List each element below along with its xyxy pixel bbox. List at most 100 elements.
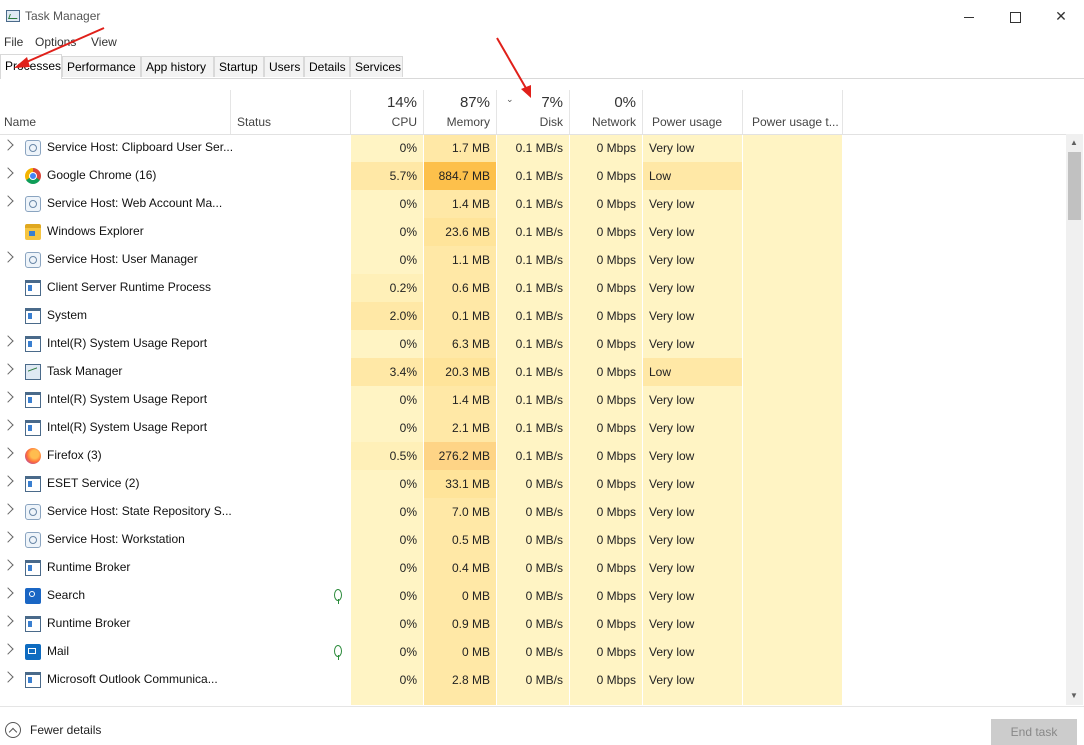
disk-value: 0 MB/s bbox=[525, 505, 563, 519]
expand-chevron-icon[interactable] bbox=[2, 167, 14, 179]
process-row[interactable]: Firefox (3) 0.5% 276.2 MB 0.1 MB/s 0 Mbps Ver… bbox=[0, 442, 1066, 470]
power-usage-value: Very low bbox=[649, 309, 695, 323]
power-usage-value: Low bbox=[649, 365, 672, 379]
process-row[interactable]: Service Host: Clipboard User Ser... 0% 1.7… bbox=[0, 134, 1066, 162]
maximize-button[interactable] bbox=[992, 0, 1038, 32]
expand-chevron-icon[interactable] bbox=[2, 503, 14, 515]
suspended-leaf-icon bbox=[334, 645, 342, 660]
process-row[interactable]: Client Server Runtime Process 0.2% 0.6 MB 0… bbox=[0, 274, 1066, 302]
window-icon bbox=[25, 616, 41, 632]
close-button[interactable]: ✕ bbox=[1038, 0, 1084, 32]
tab-app-history[interactable]: App history bbox=[141, 56, 214, 77]
network-value: 0 Mbps bbox=[596, 253, 636, 267]
scroll-down-icon[interactable]: ▼ bbox=[1070, 691, 1078, 700]
process-row[interactable]: Service Host: User Manager 0% 1.1 MB 0.1 MB… bbox=[0, 246, 1066, 274]
header-name[interactable]: Name bbox=[4, 115, 36, 129]
tab-users[interactable]: Users bbox=[264, 56, 304, 77]
memory-value: 1.1 MB bbox=[451, 253, 490, 267]
cpu-value: 0.5% bbox=[389, 449, 417, 463]
header-power-usage-trend[interactable]: Power usage t... bbox=[752, 115, 839, 129]
network-value: 0 Mbps bbox=[596, 477, 636, 491]
column-separator[interactable] bbox=[642, 90, 643, 134]
process-name: Firefox (3) bbox=[47, 448, 102, 462]
process-row[interactable]: Task Manager 3.4% 20.3 MB 0.1 MB/s 0 Mbps Low bbox=[0, 358, 1066, 386]
expand-chevron-icon[interactable] bbox=[2, 531, 14, 543]
column-separator[interactable] bbox=[842, 90, 843, 134]
expand-chevron-icon[interactable] bbox=[2, 391, 14, 403]
disk-value: 0.1 MB/s bbox=[515, 253, 563, 267]
tab-services[interactable]: Services bbox=[350, 56, 403, 77]
header-disk[interactable]: Disk bbox=[497, 115, 563, 129]
process-row[interactable]: ESET Service (2) 0% 33.1 MB 0 MB/s 0 Mbps Ver… bbox=[0, 470, 1066, 498]
menu-file[interactable]: File bbox=[4, 35, 23, 49]
header-network-percent[interactable]: 0% bbox=[570, 94, 636, 111]
expand-chevron-icon[interactable] bbox=[2, 615, 14, 627]
process-row[interactable]: Windows Explorer 0% 23.6 MB 0.1 MB/s 0 Mbps V… bbox=[0, 218, 1066, 246]
process-row[interactable]: Service Host: Workstation 0% 0.5 MB 0 MB/s 0… bbox=[0, 526, 1066, 554]
tab-processes[interactable]: Processes bbox=[0, 54, 62, 79]
scroll-up-icon[interactable]: ▲ bbox=[1070, 138, 1078, 147]
expand-chevron-icon[interactable] bbox=[2, 139, 14, 151]
column-separator[interactable] bbox=[742, 90, 743, 134]
process-row[interactable]: Mail 0% 0 MB 0 MB/s 0 Mbps Very low bbox=[0, 638, 1066, 666]
expand-chevron-icon[interactable] bbox=[2, 195, 14, 207]
process-row[interactable]: Intel(R) System Usage Report 0% 6.3 MB 0.1 … bbox=[0, 330, 1066, 358]
window-icon bbox=[25, 308, 41, 324]
scrollbar-thumb[interactable] bbox=[1068, 152, 1081, 220]
disk-value: 0.1 MB/s bbox=[515, 449, 563, 463]
tab-performance[interactable]: Performance bbox=[62, 56, 141, 77]
column-separator[interactable] bbox=[230, 90, 231, 134]
header-power-usage[interactable]: Power usage bbox=[652, 115, 722, 129]
process-row[interactable]: Search 0% 0 MB 0 MB/s 0 Mbps Very low bbox=[0, 582, 1066, 610]
expand-chevron-icon[interactable] bbox=[2, 419, 14, 431]
process-name: Service Host: Clipboard User Ser... bbox=[47, 140, 234, 154]
expand-chevron-icon[interactable] bbox=[2, 251, 14, 263]
header-network[interactable]: Network bbox=[570, 115, 636, 129]
memory-value: 2.1 MB bbox=[451, 421, 490, 435]
cpu-value: 0% bbox=[399, 421, 417, 435]
process-row[interactable]: Google Chrome (16) 5.7% 884.7 MB 0.1 MB/s 0 … bbox=[0, 162, 1066, 190]
expand-chevron-icon[interactable] bbox=[2, 559, 14, 571]
tab-details[interactable]: Details bbox=[304, 56, 350, 77]
minimize-button[interactable] bbox=[946, 0, 992, 32]
header-cpu[interactable]: CPU bbox=[351, 115, 417, 129]
process-row[interactable]: Runtime Broker 0% 0.9 MB 0 MB/s 0 Mbps Very l… bbox=[0, 610, 1066, 638]
menu-view[interactable]: View bbox=[91, 35, 117, 49]
process-row[interactable]: Service Host: State Repository S... 0% 7.0… bbox=[0, 498, 1066, 526]
expand-chevron-icon[interactable] bbox=[2, 587, 14, 599]
tab-strip: Processes Performance App history Startu… bbox=[0, 54, 1084, 79]
header-status[interactable]: Status bbox=[237, 115, 271, 129]
header-memory[interactable]: Memory bbox=[424, 115, 490, 129]
fewer-details-link[interactable]: Fewer details bbox=[30, 723, 101, 737]
process-row[interactable]: Service Host: Web Account Ma... 0% 1.4 MB 0… bbox=[0, 190, 1066, 218]
process-row[interactable]: System 2.0% 0.1 MB 0.1 MB/s 0 Mbps Very low bbox=[0, 302, 1066, 330]
process-row[interactable]: Intel(R) System Usage Report 0% 2.1 MB 0.1 … bbox=[0, 414, 1066, 442]
end-task-button[interactable]: End task bbox=[991, 719, 1077, 745]
network-value: 0 Mbps bbox=[596, 393, 636, 407]
cpu-value: 0% bbox=[399, 673, 417, 687]
collapse-chevron-icon[interactable] bbox=[5, 722, 21, 738]
expand-chevron-icon[interactable] bbox=[2, 643, 14, 655]
network-value: 0 Mbps bbox=[596, 589, 636, 603]
expand-chevron-icon[interactable] bbox=[2, 475, 14, 487]
expand-chevron-icon[interactable] bbox=[2, 671, 14, 683]
cpu-value: 2.0% bbox=[389, 309, 417, 323]
power-usage-value: Very low bbox=[649, 337, 695, 351]
header-disk-percent[interactable]: 7% bbox=[497, 94, 563, 111]
menu-options[interactable]: Options bbox=[35, 35, 76, 49]
cpu-value: 0.2% bbox=[389, 281, 417, 295]
process-row[interactable]: Intel(R) System Usage Report 0% 1.4 MB 0.1 … bbox=[0, 386, 1066, 414]
task-manager-icon bbox=[6, 10, 20, 22]
memory-value: 33.1 MB bbox=[445, 477, 490, 491]
process-row[interactable]: Microsoft Outlook Communica... 0% 2.8 MB 0 … bbox=[0, 666, 1066, 694]
header-cpu-percent[interactable]: 14% bbox=[351, 94, 417, 111]
tab-startup[interactable]: Startup bbox=[214, 56, 264, 77]
expand-chevron-icon[interactable] bbox=[2, 363, 14, 375]
expand-chevron-icon[interactable] bbox=[2, 335, 14, 347]
expand-chevron-icon[interactable] bbox=[2, 447, 14, 459]
process-row[interactable]: Runtime Broker 0% 0.4 MB 0 MB/s 0 Mbps Very l… bbox=[0, 554, 1066, 582]
disk-value: 0 MB/s bbox=[525, 561, 563, 575]
network-value: 0 Mbps bbox=[596, 617, 636, 631]
header-memory-percent[interactable]: 87% bbox=[424, 94, 490, 111]
vertical-scrollbar[interactable]: ▲ ▼ bbox=[1066, 134, 1083, 705]
